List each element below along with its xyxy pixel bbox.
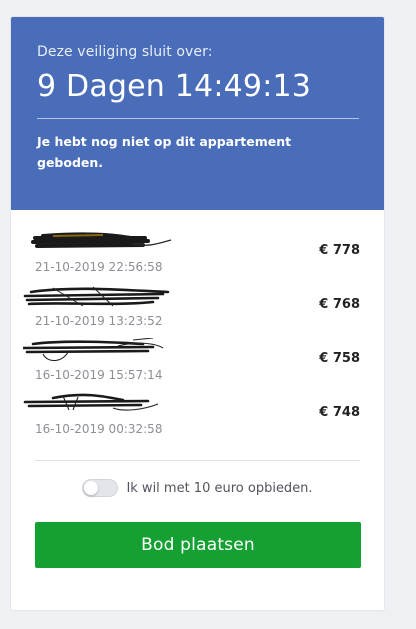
header-divider	[37, 118, 359, 119]
countdown-timer: 9 Dagen 14:49:13	[37, 69, 312, 104]
closing-label: Deze veiliging sluit over:	[37, 44, 213, 60]
redacted-bidder-name	[23, 338, 164, 362]
bid-row: 16-10-2019 15:57:14 € 758	[23, 318, 360, 382]
bid-amount: € 768	[319, 297, 360, 312]
bid-list: 21-10-2019 22:56:58 € 778 21-10-2019 13:…	[11, 210, 384, 436]
bid-amount: € 748	[319, 405, 360, 420]
redacted-bidder-name	[23, 393, 159, 411]
autobid-label: Ik wil met 10 euro opbieden.	[126, 480, 313, 496]
section-divider	[35, 460, 360, 461]
place-bid-button[interactable]: Bod plaatsen	[35, 522, 361, 568]
bid-amount: € 758	[319, 351, 360, 366]
bid-amount: € 778	[319, 243, 360, 258]
redacted-bidder-name	[31, 232, 172, 248]
toggle-knob	[84, 481, 99, 495]
auction-card: Deze veiliging sluit over: 9 Dagen 14:49…	[10, 16, 385, 611]
bid-row: 21-10-2019 13:23:52 € 768	[23, 264, 360, 328]
autobid-row: Ik wil met 10 euro opbieden.	[11, 479, 384, 497]
bid-row: 16-10-2019 00:32:58 € 748	[23, 372, 360, 436]
bid-timestamp: 16-10-2019 00:32:58	[35, 422, 163, 436]
redacted-bidder-name	[23, 286, 170, 307]
auction-header: Deze veiliging sluit over: 9 Dagen 14:49…	[11, 17, 384, 210]
bid-status-note: Je hebt nog niet op dit appartement gebo…	[37, 134, 292, 170]
bid-row: 21-10-2019 22:56:58 € 778	[31, 210, 360, 274]
autobid-toggle[interactable]	[82, 479, 119, 497]
